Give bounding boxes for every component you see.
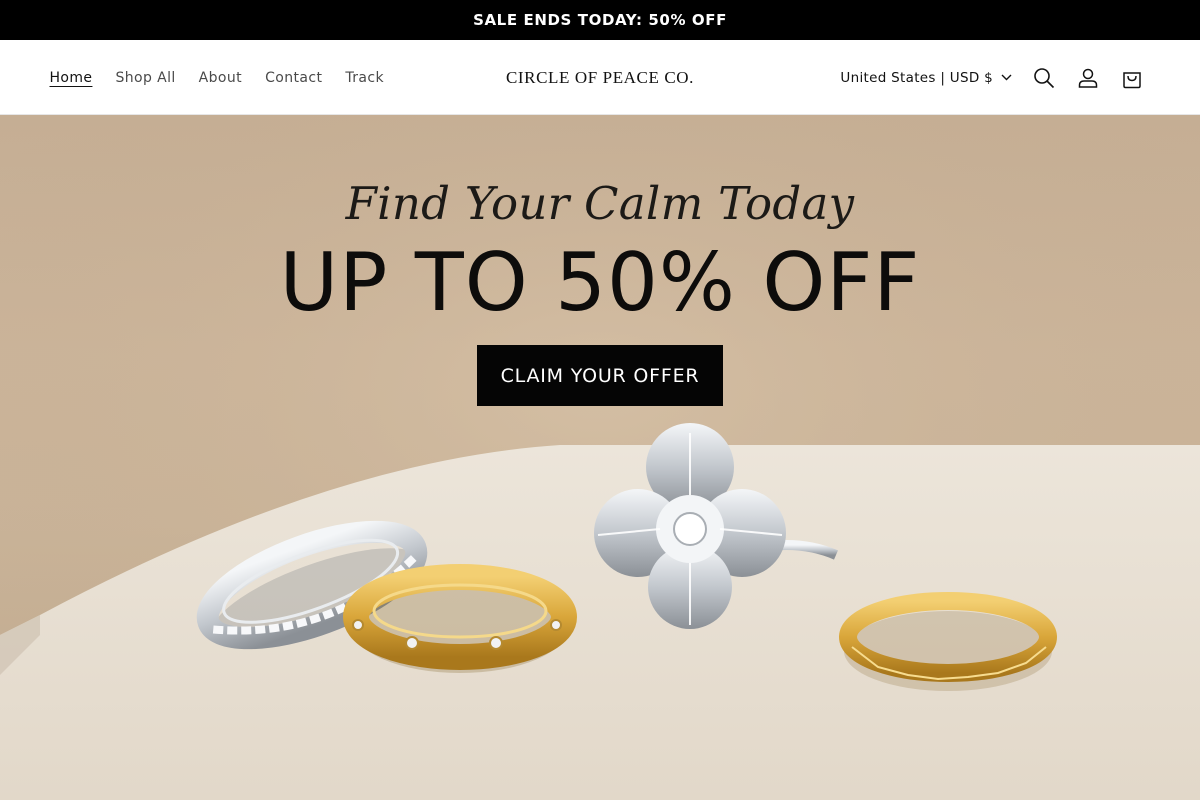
site-header: Home Shop All About Contact Track CIRCLE…: [0, 40, 1200, 115]
store-logo[interactable]: CIRCLE OF PEACE CO.: [506, 68, 694, 88]
header-actions: United States | USD $: [840, 40, 1154, 115]
nav-shop-all[interactable]: Shop All: [104, 70, 187, 86]
search-button[interactable]: [1022, 56, 1066, 100]
cart-icon: [1123, 71, 1141, 88]
nav-home[interactable]: Home: [38, 70, 104, 86]
announcement-text: SALE ENDS TODAY: 50% OFF: [473, 11, 727, 29]
announcement-bar: SALE ENDS TODAY: 50% OFF: [0, 0, 1200, 40]
nav-track[interactable]: Track: [334, 70, 396, 86]
gold-stone-spinner-ring: [343, 564, 577, 673]
cart-button[interactable]: [1110, 56, 1154, 100]
account-button[interactable]: [1066, 56, 1110, 100]
hero-tagline: Find Your Calm Today: [345, 177, 855, 230]
hero-headline: UP TO 50% OFF: [279, 236, 921, 329]
hero-banner: Find Your Calm Today UP TO 50% OFF CLAIM…: [0, 115, 1200, 800]
gold-faceted-band: [839, 592, 1057, 691]
nav-about[interactable]: About: [187, 70, 253, 86]
search-icon: [1034, 67, 1055, 88]
chevron-down-icon: [1001, 74, 1012, 81]
nav-contact[interactable]: Contact: [254, 70, 334, 86]
locale-label: United States | USD $: [840, 69, 993, 86]
account-icon: [1078, 68, 1098, 88]
locale-selector[interactable]: United States | USD $: [840, 70, 1012, 86]
main-nav: Home Shop All About Contact Track: [38, 40, 396, 115]
claim-offer-button[interactable]: CLAIM YOUR OFFER: [477, 345, 723, 406]
